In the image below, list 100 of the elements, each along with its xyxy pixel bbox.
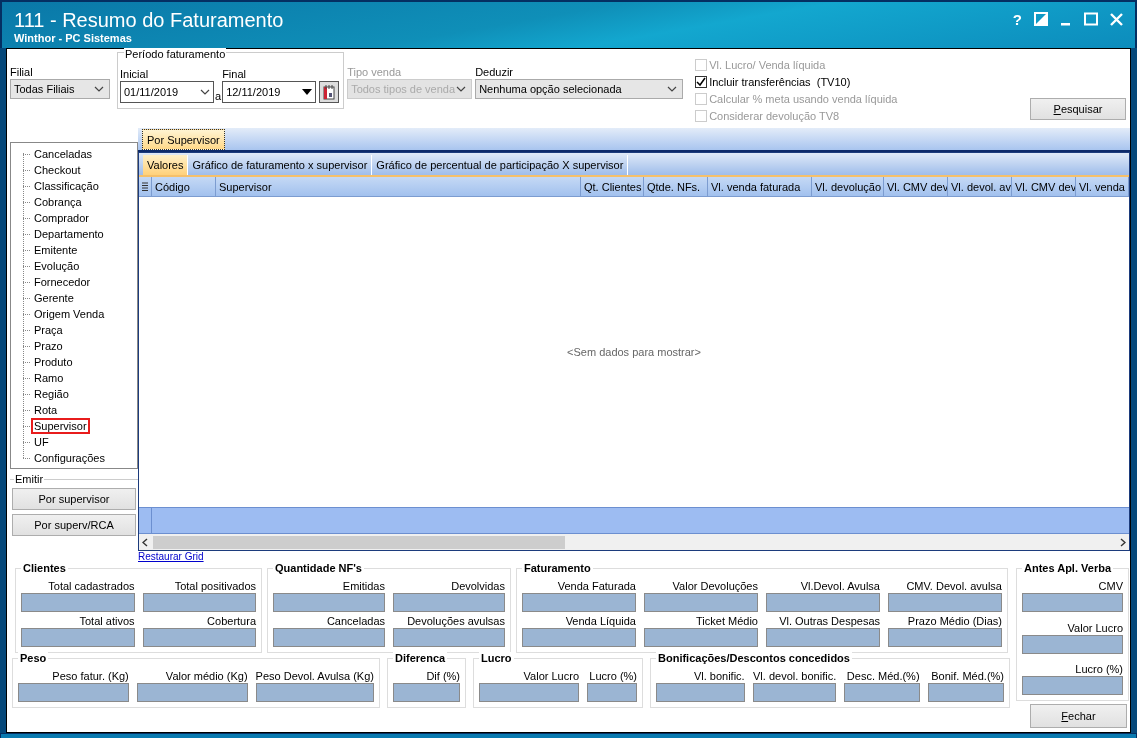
tree-item[interactable]: Departamento [31,226,107,242]
field-label: Lucro (%) [588,669,637,683]
chevron-down-icon [200,89,210,95]
tree-item[interactable]: Origem Venda [31,306,108,322]
value-field[interactable] [142,628,256,647]
close-button[interactable]: Fechar [1030,704,1127,728]
field-label: Desc. Méd.(%) [845,669,920,683]
chevron-down-icon [94,86,104,92]
checkbox[interactable] [695,75,708,88]
value-field[interactable] [888,628,1002,647]
value-field[interactable] [888,593,1002,612]
value-field[interactable] [393,593,505,612]
tab[interactable]: Valores [143,155,189,175]
field-label: Devolvidas [450,579,505,593]
value-field[interactable] [766,593,880,612]
value-field[interactable] [18,683,129,702]
field-label: Total cadastrados [47,579,135,593]
tree-item[interactable]: Prazo [31,338,66,354]
value-field[interactable] [644,628,758,647]
range-separator: a [215,90,222,103]
column-header[interactable]: Vl. devol. av [948,177,1012,196]
tree-item[interactable]: Cobrança [31,194,85,210]
value-field[interactable] [273,593,385,612]
tree-item[interactable]: Canceladas [31,146,96,162]
value-field[interactable] [393,683,460,702]
column-header[interactable]: Qt. Clientes [581,177,644,196]
value-field[interactable] [844,683,920,702]
field-label: CMV [1097,579,1123,593]
maximize-icon[interactable] [1084,12,1098,26]
window-title: 111 - Resumo do Faturamento [14,8,284,32]
tree-item[interactable]: Praça [31,322,66,338]
value-field[interactable] [1022,593,1123,612]
group-title: Bonificações/Descontos concedidos [656,652,852,664]
value-field[interactable] [21,628,135,647]
tree-item[interactable]: Produto [31,354,76,370]
value-field[interactable] [587,683,637,702]
value-field[interactable] [644,593,758,612]
value-field[interactable] [522,593,636,612]
empty-message: <Sem dados para mostrar> [567,346,701,358]
value-field[interactable] [393,628,505,647]
tab[interactable]: Por Supervisor [142,129,225,150]
value-field[interactable] [927,683,1004,702]
window-subtitle: Winthor - PC Sistemas [14,32,133,44]
tree-item[interactable]: Gerente [31,290,77,306]
tree-item[interactable]: Ramo [31,370,67,386]
value-field[interactable] [1022,676,1123,695]
value-field[interactable] [522,628,636,647]
deduct-dropdown[interactable]: Nenhuma opção selecionada [475,79,684,99]
calendar-button[interactable] [319,81,340,103]
emit-button[interactable]: Por supervisor [12,488,136,510]
value-field[interactable] [21,593,135,612]
tree-item[interactable]: Configurações [31,450,108,466]
tree-item[interactable]: Fornecedor [31,274,94,290]
field-label: Valor Lucro [1066,620,1123,635]
tree-item[interactable]: Emitente [31,242,81,258]
search-button[interactable]: Pesquisar [1030,98,1126,120]
value-field[interactable] [1022,634,1123,654]
tree-item[interactable]: Supervisor [31,418,90,434]
contrast-icon[interactable] [1034,12,1048,26]
tab[interactable]: Gráfico de percentual de participação X supervisor [372,155,629,175]
value-field[interactable] [273,628,385,647]
column-header[interactable]: Código [152,177,216,196]
value-field[interactable] [479,683,579,702]
emit-button[interactable]: Por superv/RCA [12,514,136,536]
tree-item[interactable]: Rota [31,402,61,418]
close-icon[interactable] [1110,12,1123,26]
scroll-right-icon[interactable] [1120,537,1126,547]
tree-item[interactable]: Evolução [31,258,83,274]
column-menu-icon[interactable] [142,181,148,192]
emit-legend: Emitir [14,473,45,485]
field-label: Vl.Devol. Avulsa [799,579,880,593]
start-date-label: Inicial [120,68,150,81]
column-header[interactable]: Vl. venda faturada [708,177,812,196]
tree-item[interactable]: Classificação [31,178,102,194]
restore-grid-link[interactable]: Restaurar Grid [138,551,204,564]
tree-item[interactable]: UF [31,434,52,450]
tree-item[interactable]: Região [31,386,72,402]
value-field[interactable] [136,683,248,702]
value-field[interactable] [752,683,837,702]
deduct-label: Deduzir [475,66,515,79]
start-date-field[interactable]: 01/11/2019 [120,81,214,103]
column-header[interactable]: Qtde. NFs. [644,177,708,196]
tab[interactable]: Gráfico de faturamento x supervisor [188,155,373,175]
scrollbar-thumb[interactable] [153,535,565,549]
value-field[interactable] [766,628,880,647]
scroll-left-icon[interactable] [142,537,148,547]
end-date-field[interactable]: 12/11/2019 [222,81,317,103]
value-field[interactable] [656,683,745,702]
group-title: Quantidade NF's [273,562,364,574]
column-header[interactable]: Vl. devolução [812,177,884,196]
filial-dropdown[interactable]: Todas Filiais [10,79,110,99]
column-header[interactable]: Vl. venda [1076,177,1129,196]
chevron-down-icon [667,86,678,92]
tree-item[interactable]: Comprador [31,210,93,226]
field-label: Total positivados [173,579,256,593]
column-header[interactable]: Supervisor [216,177,581,196]
checkbox-label: Vl. Lucro/ Venda líquida [709,58,826,71]
value-field[interactable] [142,593,256,612]
value-field[interactable] [255,683,374,702]
tree-item[interactable]: Checkout [31,162,84,178]
